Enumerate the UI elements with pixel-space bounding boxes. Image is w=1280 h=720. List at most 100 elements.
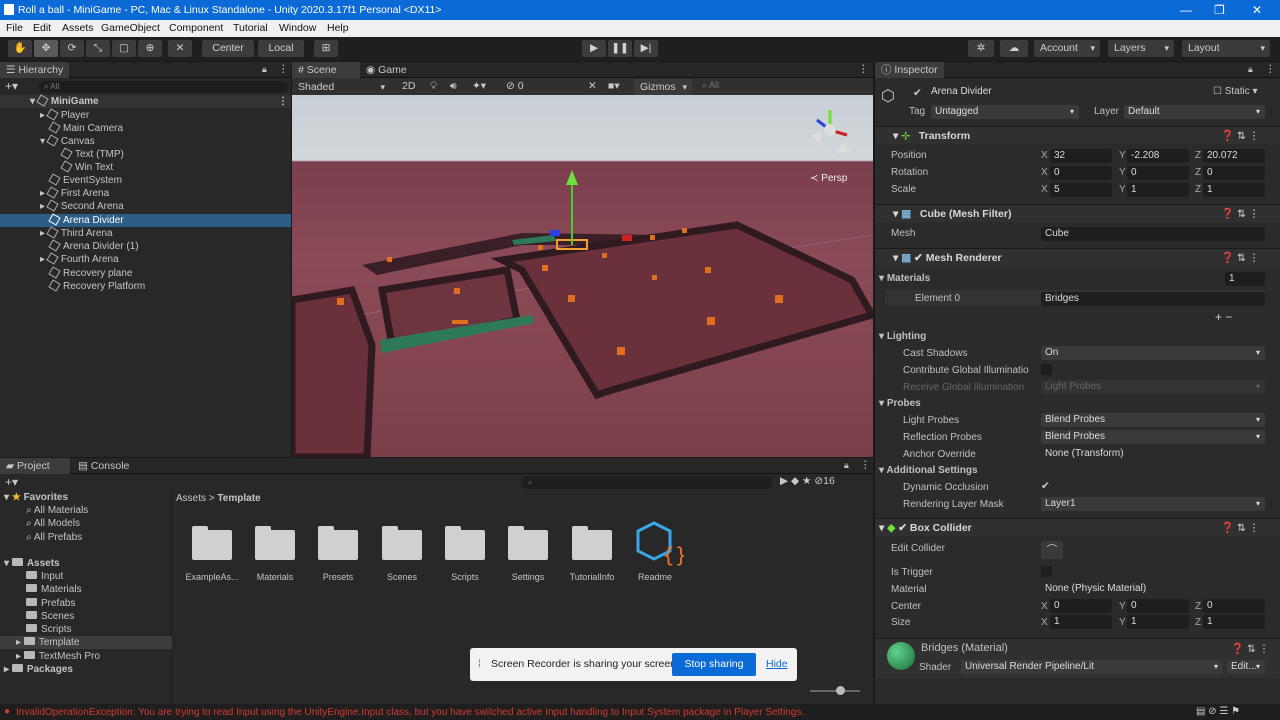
rotation-z-field[interactable]: 0 <box>1203 166 1265 180</box>
layout-dropdown[interactable]: Layout <box>1182 40 1270 57</box>
hierarchy-item[interactable]: ▾ Canvas <box>0 134 291 148</box>
size-z-field[interactable]: 1 <box>1203 615 1265 629</box>
menu-icon[interactable]: ⋮ <box>278 63 289 75</box>
stop-sharing-button[interactable]: Stop sharing <box>672 653 756 676</box>
reflection-probes-dropdown[interactable]: Blend Probes <box>1041 430 1265 444</box>
custom-tool-icon[interactable]: ✕ <box>168 40 192 57</box>
lighting-icon[interactable]: 💡︎ <box>430 80 437 93</box>
filter-icons[interactable]: ▶ ◆ ★ ⊘16 <box>780 475 835 487</box>
scale-z-field[interactable]: 1 <box>1203 183 1265 197</box>
project-search-input[interactable]: ⌕ <box>522 476 772 489</box>
hierarchy-item[interactable]: ▸ Second Arena <box>0 199 291 213</box>
pivot-center-button[interactable]: Center <box>202 40 254 57</box>
center-y-field[interactable]: 0 <box>1127 599 1189 613</box>
static-toggle[interactable]: ☐ Static ▾ <box>1213 86 1279 97</box>
hierarchy-item[interactable]: EventSystem <box>0 173 291 187</box>
asset-folder[interactable]: Scripts <box>0 623 72 636</box>
shading-mode-dropdown[interactable]: Shaded <box>292 79 390 96</box>
hierarchy-item[interactable]: ▸ First Arena <box>0 186 291 200</box>
account-dropdown[interactable]: Account <box>1034 40 1100 57</box>
breadcrumb-template[interactable]: Template <box>217 493 260 504</box>
breadcrumb-assets[interactable]: Assets <box>176 493 206 504</box>
hierarchy-item-selected[interactable]: Arena Divider <box>0 213 291 227</box>
asset-folder[interactable]: Scenes <box>0 610 74 623</box>
folder-icon[interactable] <box>255 526 295 560</box>
scale-x-field[interactable]: 5 <box>1050 183 1112 197</box>
move-tool-icon[interactable]: ✥ <box>34 40 58 57</box>
hide-link[interactable]: Hide <box>766 658 788 670</box>
pivot-local-button[interactable]: Local <box>258 40 304 57</box>
folder-icon[interactable] <box>318 526 358 560</box>
mesh-field[interactable]: Cube <box>1041 227 1265 241</box>
tab-console[interactable]: ▤ Console <box>72 458 135 474</box>
scale-y-field[interactable]: 1 <box>1127 183 1189 197</box>
position-x-field[interactable]: 32 <box>1050 149 1112 163</box>
drag-handle-icon[interactable]: ⁞ <box>478 658 481 670</box>
lock-icon[interactable]: 🔒︎ <box>844 460 849 471</box>
tab-game[interactable]: ◉ Game <box>360 62 413 78</box>
transform-header[interactable]: ▾ ⊹ Transform ❓ ⇅ ⋮ <box>875 126 1280 144</box>
scale-tool-icon[interactable]: ⤡ <box>86 40 110 57</box>
center-z-field[interactable]: 0 <box>1203 599 1265 613</box>
menu-file[interactable]: File <box>6 22 23 34</box>
active-checkbox[interactable]: ✔ <box>913 87 922 99</box>
shader-dropdown[interactable]: Universal Render Pipeline/Lit <box>961 660 1223 674</box>
camera-icon[interactable]: ■▾ <box>608 80 620 92</box>
dynamic-occlusion-checkbox[interactable]: ✔ <box>1041 480 1050 492</box>
persp-label[interactable]: ≺ Persp <box>810 173 847 184</box>
is-trigger-checkbox[interactable] <box>1041 566 1052 577</box>
hierarchy-item[interactable]: Recovery Platform <box>0 279 291 293</box>
gizmos-dropdown[interactable]: Gizmos <box>634 79 692 96</box>
hierarchy-item[interactable]: Recovery plane <box>0 266 291 280</box>
folder-icon[interactable] <box>508 526 548 560</box>
layer-dropdown[interactable]: Default <box>1124 105 1265 119</box>
status-icons[interactable]: ▤ ⊘ ☰ ⚑ <box>1196 706 1240 717</box>
menu-assets[interactable]: Assets <box>62 22 94 34</box>
asset-folder[interactable]: ▸ TextMesh Pro <box>0 650 100 663</box>
folder-icon[interactable] <box>382 526 422 560</box>
menu-gameobject[interactable]: GameObject <box>101 22 160 34</box>
menu-edit[interactable]: Edit <box>33 22 51 34</box>
folder-icon[interactable] <box>192 526 232 560</box>
folder-icon[interactable] <box>445 526 485 560</box>
menu-window[interactable]: Window <box>279 22 316 34</box>
menu-icon[interactable]: ⋮ <box>1265 63 1276 75</box>
fav-item[interactable]: ⌕ All Materials <box>0 504 88 517</box>
asset-folder[interactable]: Materials <box>0 583 82 596</box>
size-x-field[interactable]: 1 <box>1050 615 1112 629</box>
position-y-field[interactable]: -2.208 <box>1127 149 1189 163</box>
assets-item[interactable]: ▾ Assets <box>0 557 60 570</box>
rect-tool-icon[interactable]: ▢ <box>112 40 136 57</box>
scene-search-input[interactable]: ⌕ All <box>702 80 719 91</box>
hierarchy-item[interactable]: ▸ Third Arena <box>0 226 291 240</box>
shader-edit-button[interactable]: Edit... <box>1227 660 1265 674</box>
asset-folder[interactable]: Input <box>0 570 63 583</box>
rendering-layer-mask-dropdown[interactable]: Layer1 <box>1041 497 1265 511</box>
light-probes-dropdown[interactable]: Blend Probes <box>1041 413 1265 427</box>
hierarchy-item[interactable]: Win Text <box>0 160 291 174</box>
tools-icon[interactable]: ✕ <box>588 80 597 92</box>
fav-item[interactable]: ⌕ All Models <box>0 517 80 530</box>
2d-toggle[interactable]: 2D <box>402 80 415 92</box>
tab-inspector[interactable]: ⓘ Inspector <box>875 62 944 78</box>
menu-component[interactable]: Component <box>169 22 223 34</box>
hand-tool-icon[interactable]: ✋ <box>8 40 32 57</box>
minimize-icon[interactable]: — <box>1180 3 1192 17</box>
layers-dropdown[interactable]: Layers <box>1108 40 1174 57</box>
lock-icon[interactable]: 🔒︎ <box>262 64 267 75</box>
hierarchy-item[interactable]: Arena Divider (1) <box>0 239 291 253</box>
lock-icon[interactable]: 🔒︎ <box>1248 64 1253 75</box>
asset-folder[interactable]: Prefabs <box>0 597 75 610</box>
menu-icon[interactable]: ⋮ <box>858 63 869 75</box>
rotate-tool-icon[interactable]: ⟳ <box>60 40 84 57</box>
element0-field[interactable]: Bridges <box>1041 292 1265 306</box>
asset-folder-selected[interactable]: ▸ Template <box>0 636 172 649</box>
favorites-item[interactable]: ▾ ★ Favorites <box>0 491 68 504</box>
close-icon[interactable]: ✕ <box>1252 3 1262 17</box>
hidden-objects-icon[interactable]: ⊘ 0 <box>506 80 524 92</box>
scene-viewport[interactable]: ≺ Persp <box>292 95 873 457</box>
anchor-override-field[interactable]: None (Transform) <box>1041 447 1265 461</box>
tab-scene[interactable]: # Scene <box>292 62 360 78</box>
fav-item[interactable]: ⌕ All Prefabs <box>0 531 82 544</box>
mesh-filter-header[interactable]: ▾ ▦ Cube (Mesh Filter) ❓ ⇅ ⋮ <box>875 204 1280 222</box>
